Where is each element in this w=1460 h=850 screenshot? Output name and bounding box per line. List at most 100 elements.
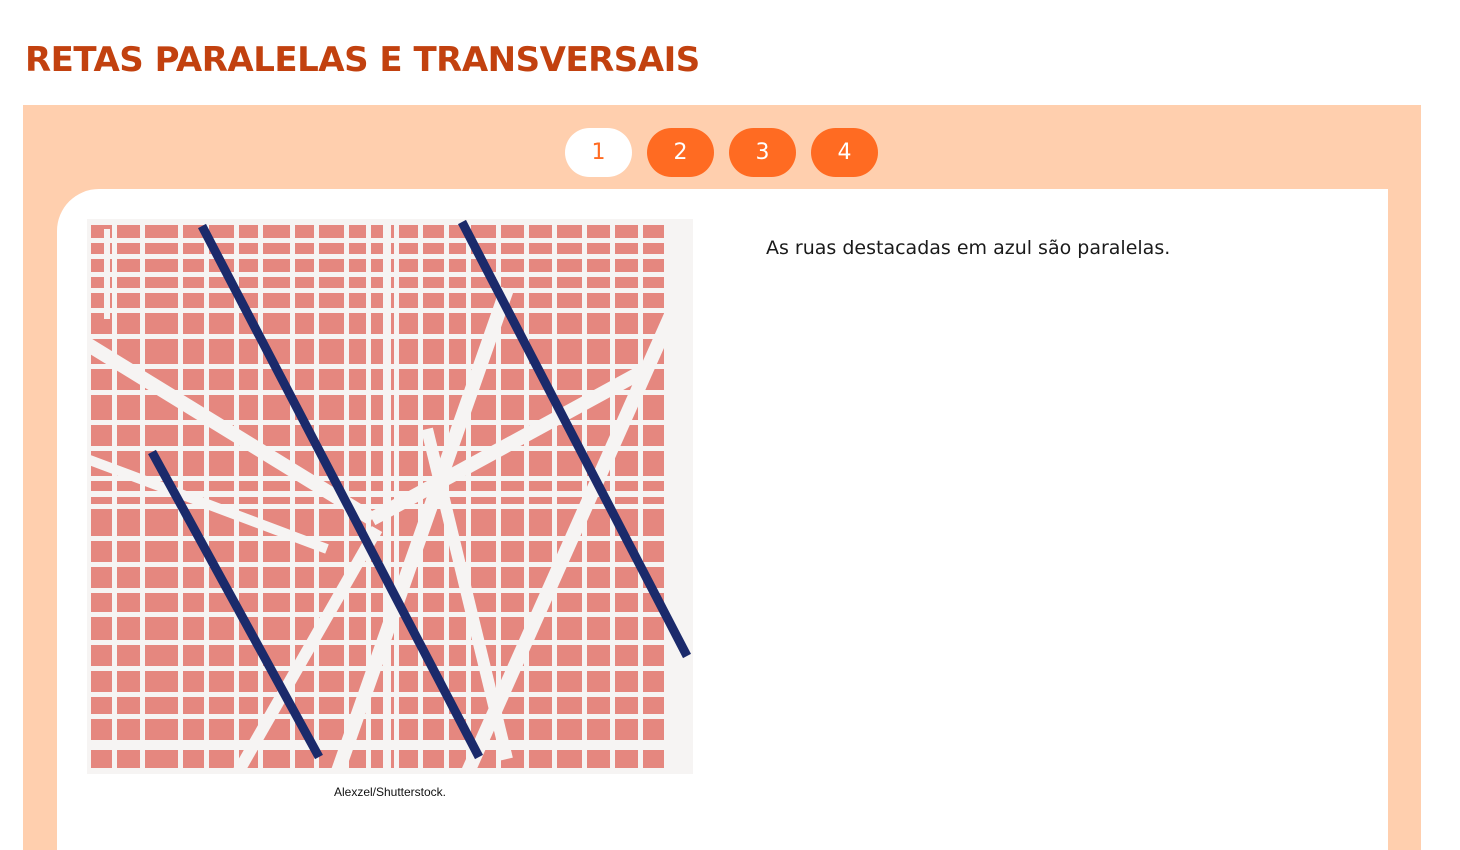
map-block	[349, 645, 366, 666]
map-block	[501, 509, 524, 536]
map-block	[471, 425, 496, 446]
map-block	[399, 339, 418, 364]
map-block	[145, 541, 178, 562]
map-block	[529, 645, 552, 666]
page-button-2[interactable]: 2	[647, 128, 714, 177]
map-block	[349, 339, 366, 364]
map-block	[643, 697, 664, 714]
map-block	[183, 313, 204, 334]
map-block	[643, 277, 664, 288]
map-block	[399, 425, 418, 446]
map-block	[209, 671, 234, 692]
map-block	[91, 509, 112, 536]
map-block	[643, 509, 664, 536]
map-block	[615, 293, 638, 308]
map-block	[615, 339, 638, 364]
map-block	[587, 277, 610, 288]
map-block	[209, 750, 234, 768]
map-block	[529, 451, 552, 476]
map-block	[587, 225, 610, 238]
map-block	[501, 259, 524, 272]
map-block	[117, 259, 140, 272]
map-block	[399, 671, 418, 692]
map-block	[615, 243, 638, 254]
map-block	[117, 243, 140, 254]
map-block	[319, 509, 344, 536]
map-block	[145, 567, 178, 588]
map-block	[183, 645, 204, 666]
map-block	[349, 313, 366, 334]
map-block	[239, 567, 258, 588]
map-block	[239, 339, 258, 364]
map-block	[349, 395, 366, 420]
map-block	[263, 225, 290, 238]
map-block	[449, 617, 466, 640]
map-block	[557, 313, 582, 334]
map-block	[319, 369, 344, 390]
map-block	[423, 369, 444, 390]
map-block	[145, 225, 178, 238]
page-title: RETAS PARALELAS E TRANSVERSAIS	[25, 40, 700, 80]
map-block	[319, 313, 344, 334]
map-block	[183, 243, 204, 254]
page-button-1[interactable]: 1	[565, 128, 632, 177]
map-block	[587, 617, 610, 640]
map-block	[209, 339, 234, 364]
map-block	[349, 293, 366, 308]
map-block	[557, 277, 582, 288]
map-block	[643, 451, 664, 476]
map-block	[145, 259, 178, 272]
map-block	[145, 509, 178, 536]
map-block	[239, 369, 258, 390]
map-block	[449, 313, 466, 334]
map-block	[643, 425, 664, 446]
map-block	[319, 259, 344, 272]
page-button-3[interactable]: 3	[729, 128, 796, 177]
map-block	[615, 277, 638, 288]
map-block	[91, 369, 112, 390]
map-block	[471, 541, 496, 562]
map-block	[423, 243, 444, 254]
map-block	[295, 593, 314, 612]
map-block	[91, 425, 112, 446]
map-block	[263, 593, 290, 612]
map-block	[91, 697, 112, 714]
map-block	[117, 313, 140, 334]
map-block	[587, 259, 610, 272]
map-block	[643, 645, 664, 666]
map-block	[91, 645, 112, 666]
map-block	[423, 719, 444, 740]
map-block	[423, 339, 444, 364]
map-block	[529, 541, 552, 562]
map-block	[319, 719, 344, 740]
map-block	[449, 293, 466, 308]
map-block	[615, 750, 638, 768]
map-block	[183, 451, 204, 476]
map-block	[91, 719, 112, 740]
map-block	[529, 509, 552, 536]
map-block	[557, 225, 582, 238]
map-block	[615, 719, 638, 740]
map-block	[117, 541, 140, 562]
map-block	[615, 567, 638, 588]
map-block	[587, 567, 610, 588]
map-block	[117, 509, 140, 536]
map-block	[263, 293, 290, 308]
map-block	[399, 293, 418, 308]
map-block	[615, 313, 638, 334]
map-block	[643, 259, 664, 272]
map-block	[587, 313, 610, 334]
map-block	[117, 277, 140, 288]
map-block	[239, 697, 258, 714]
map-block	[209, 369, 234, 390]
map-block	[91, 541, 112, 562]
map-block	[587, 671, 610, 692]
map-block	[183, 671, 204, 692]
map-block	[209, 451, 234, 476]
page-button-4[interactable]: 4	[811, 128, 878, 177]
map-block	[117, 425, 140, 446]
map-block	[183, 293, 204, 308]
map-block	[295, 339, 314, 364]
map-block	[183, 719, 204, 740]
map-block	[349, 259, 366, 272]
